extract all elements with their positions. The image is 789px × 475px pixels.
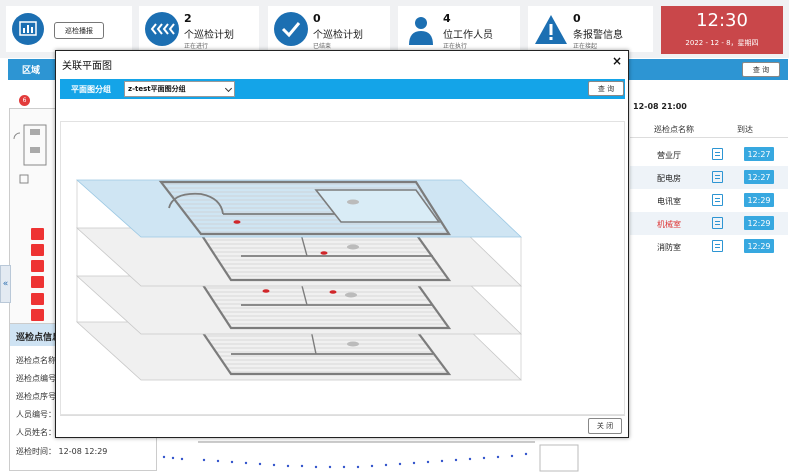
close-icon[interactable]: ×	[612, 54, 622, 68]
alarm-marker-icon[interactable]	[31, 244, 44, 256]
chevron-down-icon	[224, 84, 233, 93]
floor-plan-modal: 关联平面图 × 平面图分组 z-test平面图分组 查 询 关 闭	[55, 50, 629, 438]
stat-card-running-plans: 2 个巡检计划 正在进行	[139, 6, 259, 52]
list-item[interactable]: 电讯室 12:29	[630, 189, 788, 212]
clock-date: 2022 - 12 - 8，星期四	[685, 39, 759, 47]
dashboard-icon	[12, 13, 44, 45]
modal-footer-divider	[60, 415, 625, 416]
group-label: 平面图分组	[71, 85, 111, 94]
brand-card: 巡检播报	[6, 6, 132, 52]
checkpoint-name: 营业厅	[657, 151, 681, 160]
floor-plan-view[interactable]	[60, 121, 625, 415]
clock-card: 12:30 2022 - 12 - 8，星期四	[661, 6, 783, 54]
list-header: 巡检点名称 到达	[630, 118, 788, 138]
arrive-time: 12:29	[744, 239, 774, 253]
checkpoint-name: 机械室	[657, 220, 681, 229]
track-path-strip	[160, 440, 580, 473]
modal-title: 关联平面图	[62, 61, 112, 72]
group-select-value: z-test平面图分组	[128, 85, 186, 93]
checkpoint-name: 消防室	[657, 243, 681, 252]
check-icon	[274, 12, 308, 46]
document-icon[interactable]	[712, 240, 723, 252]
broadcast-button[interactable]: 巡检播报	[54, 22, 104, 39]
stat-sub: 已结束	[313, 43, 332, 50]
person-icon	[404, 12, 438, 46]
alarm-marker-icon[interactable]	[31, 293, 44, 305]
stat-number: 4	[443, 12, 451, 25]
arrive-time: 12:27	[744, 147, 774, 161]
document-icon[interactable]	[712, 148, 723, 160]
group-select[interactable]: z-test平面图分组	[124, 81, 235, 97]
chevron-icon	[145, 12, 179, 46]
modal-close-button[interactable]: 关 闭	[588, 418, 622, 434]
checkpoint-list-panel: 12-08 21:00 巡检点名称 到达 营业厅 12:27 配电房 12:27…	[630, 82, 788, 257]
stat-sub: 正在接起	[573, 43, 598, 50]
stat-card-alarms: 0 条报警信息 正在接起	[528, 6, 653, 52]
plan-date: 12-08 21:00	[633, 102, 687, 111]
alarm-marker-icon[interactable]	[31, 260, 44, 272]
info-row: 人员编号：	[16, 410, 56, 419]
list-item[interactable]: 机械室 12:29	[630, 212, 788, 235]
arrive-time: 12:29	[744, 216, 774, 230]
stat-card-ended-plans: 0 个巡检计划 已结束	[268, 6, 390, 52]
document-icon[interactable]	[712, 171, 723, 183]
document-icon[interactable]	[712, 194, 723, 206]
list-item[interactable]: 配电房 12:27	[630, 166, 788, 189]
modal-query-button[interactable]: 查 询	[588, 81, 624, 96]
stat-label: 个巡检计划	[313, 30, 363, 41]
checkpoint-name: 电讯室	[657, 197, 681, 206]
stat-label: 个巡检计划	[184, 30, 234, 41]
info-row: 人员姓名：	[16, 428, 56, 437]
alarm-marker-icon[interactable]	[31, 228, 44, 240]
checkpoint-name: 配电房	[657, 174, 681, 183]
main-query-button[interactable]: 查 询	[742, 62, 780, 77]
tab-area[interactable]: 区域	[22, 63, 40, 76]
count-badge: 6	[19, 95, 30, 106]
alarm-marker-icon[interactable]	[31, 309, 44, 321]
list-item[interactable]: 营业厅 12:27	[630, 143, 788, 166]
clock-time: 12:30	[696, 10, 748, 31]
warning-icon	[534, 12, 568, 46]
list-item[interactable]: 消防室 12:29	[630, 235, 788, 258]
stat-label: 位工作人员	[443, 30, 493, 41]
document-icon[interactable]	[712, 217, 723, 229]
arrive-time: 12:29	[744, 193, 774, 207]
stat-label: 条报警信息	[573, 30, 623, 41]
collapse-left-icon[interactable]: «	[0, 265, 11, 303]
col-checkpoint-name: 巡检点名称	[654, 125, 694, 134]
info-row: 巡检时间： 12-08 12:29	[16, 447, 108, 456]
stat-number: 2	[184, 12, 192, 25]
alarm-marker-icon[interactable]	[31, 276, 44, 288]
stat-card-workers: 4 位工作人员 正在执行	[398, 6, 520, 52]
stat-sub: 正在执行	[443, 43, 468, 50]
col-arrive: 到达	[737, 125, 753, 134]
arrive-time: 12:27	[744, 170, 774, 184]
stat-number: 0	[313, 12, 321, 25]
stat-sub: 正在进行	[184, 43, 209, 50]
modal-filter-bar: 平面图分组 z-test平面图分组 查 询	[60, 79, 625, 99]
stat-number: 0	[573, 12, 581, 25]
floor-plan-3d-icon	[75, 179, 523, 381]
